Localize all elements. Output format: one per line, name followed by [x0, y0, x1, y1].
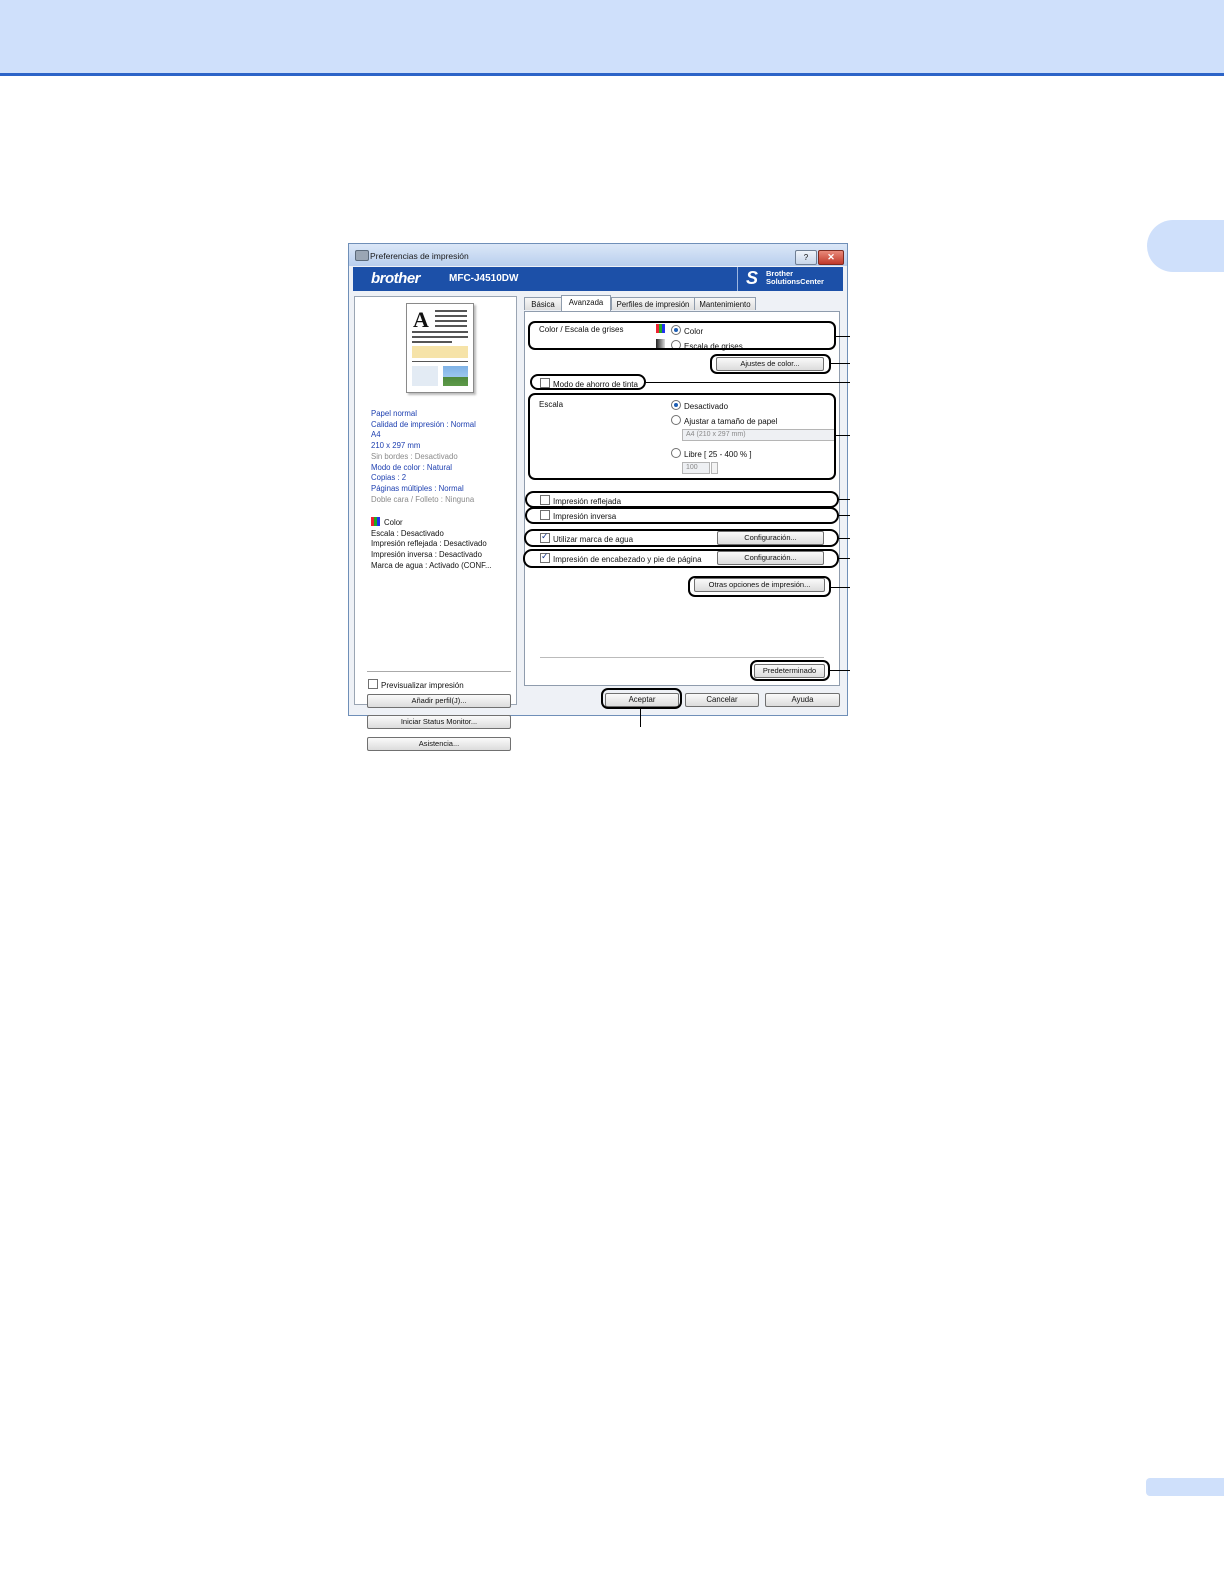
summary-line: Calidad de impresión : Normal [371, 419, 476, 429]
summary-line: Páginas múltiples : Normal [371, 483, 464, 493]
callout-header-footer [523, 549, 839, 568]
callout-color-settings [710, 354, 831, 374]
summary-line: Marca de agua : Activado (CONF... [371, 560, 492, 570]
callout-reverse [525, 507, 839, 524]
callout-line [839, 499, 850, 500]
solutions-center-label: Brother SolutionsCenter [766, 269, 824, 286]
brother-logo: brother [371, 270, 421, 287]
cancel-button[interactable]: Cancelar [685, 693, 759, 707]
support-button[interactable]: Asistencia... [367, 737, 511, 751]
callout-line [836, 336, 850, 337]
callout-ink-save [530, 374, 646, 390]
callout-line [831, 363, 850, 364]
summary-line: Sin bordes : Desactivado [371, 451, 458, 461]
callout-line [640, 709, 641, 727]
page-header-band [0, 0, 1224, 76]
title-bar[interactable]: Preferencias de impresión ? ✕ [349, 244, 847, 266]
page-number-tab [1146, 1478, 1224, 1496]
summary-line: Color [371, 517, 491, 529]
callout-default [750, 660, 830, 681]
solutions-center-icon: S [746, 268, 759, 288]
settings-summary-panel: A Papel normal Calidad de impresión : No… [354, 296, 517, 751]
solutions-center-button[interactable]: S Brother SolutionsCenter [737, 267, 844, 291]
callout-color-group [528, 321, 836, 350]
callout-line [831, 587, 850, 588]
window-title: Preferencias de impresión [370, 251, 469, 261]
callout-line [839, 515, 850, 516]
divider [540, 657, 824, 658]
callout-mirror [525, 491, 839, 508]
tab-basica[interactable]: Básica [524, 297, 562, 310]
color-icon [371, 517, 380, 526]
summary-line: A4 [371, 430, 381, 440]
printer-model: MFC-J4510DW [449, 273, 519, 284]
preview-letter: A [413, 307, 429, 332]
summary-list-2: Color Escala : Desactivado Impresión ref… [371, 517, 491, 572]
tab-perfiles[interactable]: Perfiles de impresión [611, 297, 695, 310]
brand-bar: brother MFC-J4510DW S Brother SolutionsC… [353, 267, 843, 291]
status-monitor-button[interactable]: Iniciar Status Monitor... [367, 715, 511, 729]
tab-mantenimiento[interactable]: Mantenimiento [694, 297, 756, 310]
summary-line: Copias : 2 [371, 473, 407, 483]
summary-line: Impresión inversa : Desactivado [371, 550, 482, 560]
callout-ok [601, 688, 682, 709]
chart-icon [412, 366, 438, 386]
summary-line: Impresión reflejada : Desactivado [371, 539, 487, 549]
photo-icon [443, 366, 468, 386]
close-icon[interactable]: ✕ [818, 250, 844, 265]
summary-line: Escala : Desactivado [371, 528, 444, 538]
add-profile-button[interactable]: Añadir perfil(J)... [367, 694, 511, 708]
callout-other-options [688, 576, 831, 597]
callout-line [646, 382, 850, 383]
summary-line: 210 x 297 mm [371, 441, 421, 451]
page-preview-thumbnail: A [406, 303, 474, 393]
printer-icon [355, 250, 369, 261]
callout-line [836, 435, 850, 436]
tab-avanzada[interactable]: Avanzada [561, 295, 611, 311]
summary-line: Modo de color : Natural [371, 462, 453, 472]
help-title-button[interactable]: ? [795, 250, 817, 265]
help-button[interactable]: Ayuda [765, 693, 840, 707]
divider [367, 671, 511, 672]
callout-line [839, 558, 850, 559]
callout-scale [528, 393, 836, 480]
summary-line: Doble cara / Folleto : Ninguna [371, 494, 475, 504]
callout-line [839, 538, 850, 539]
callout-watermark [524, 529, 839, 547]
summary-line: Papel normal [371, 409, 417, 418]
callout-line [830, 670, 850, 671]
chapter-tab [1147, 220, 1224, 272]
summary-list: Papel normal Calidad de impresión : Norm… [371, 409, 476, 505]
preview-checkbox[interactable]: Previsualizar impresión [368, 679, 464, 690]
